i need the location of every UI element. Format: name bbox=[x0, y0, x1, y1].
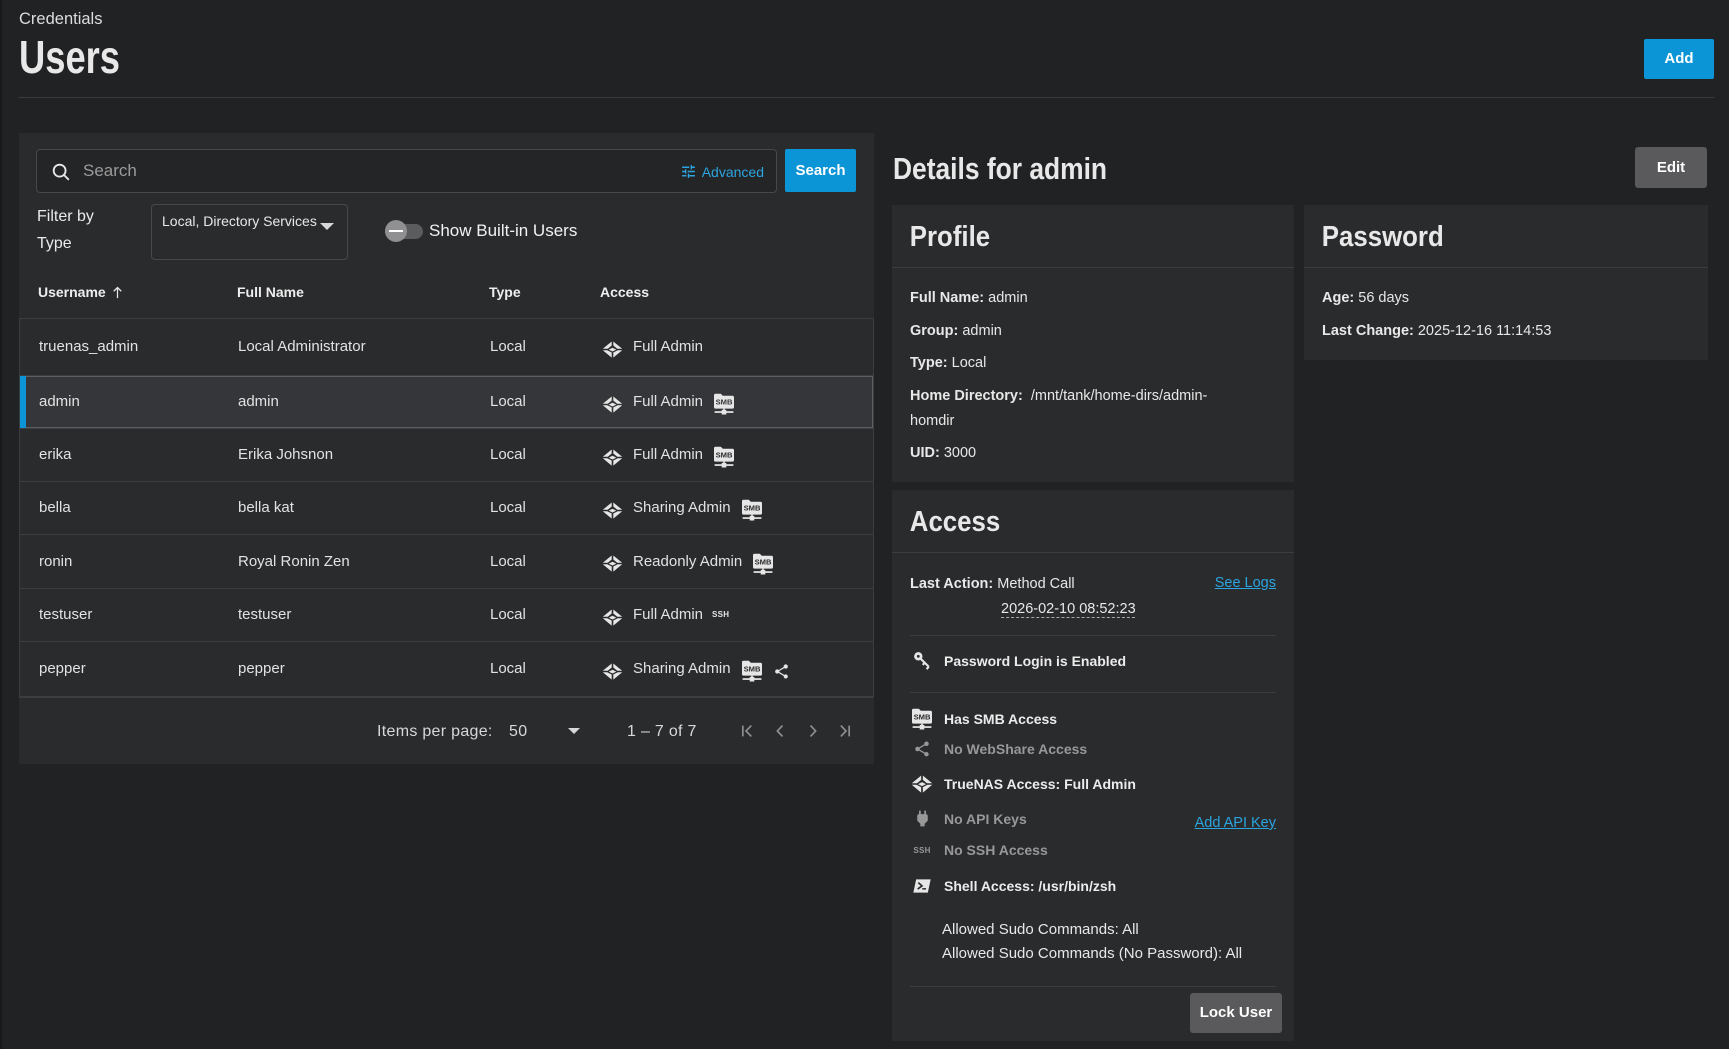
svg-text:SMB: SMB bbox=[743, 665, 760, 674]
svg-text:SMB: SMB bbox=[716, 398, 733, 407]
svg-text:SMB: SMB bbox=[914, 713, 931, 722]
svg-text:SMB: SMB bbox=[743, 504, 760, 513]
svg-text:SMB: SMB bbox=[755, 557, 772, 566]
svg-text:SMB: SMB bbox=[716, 451, 733, 460]
